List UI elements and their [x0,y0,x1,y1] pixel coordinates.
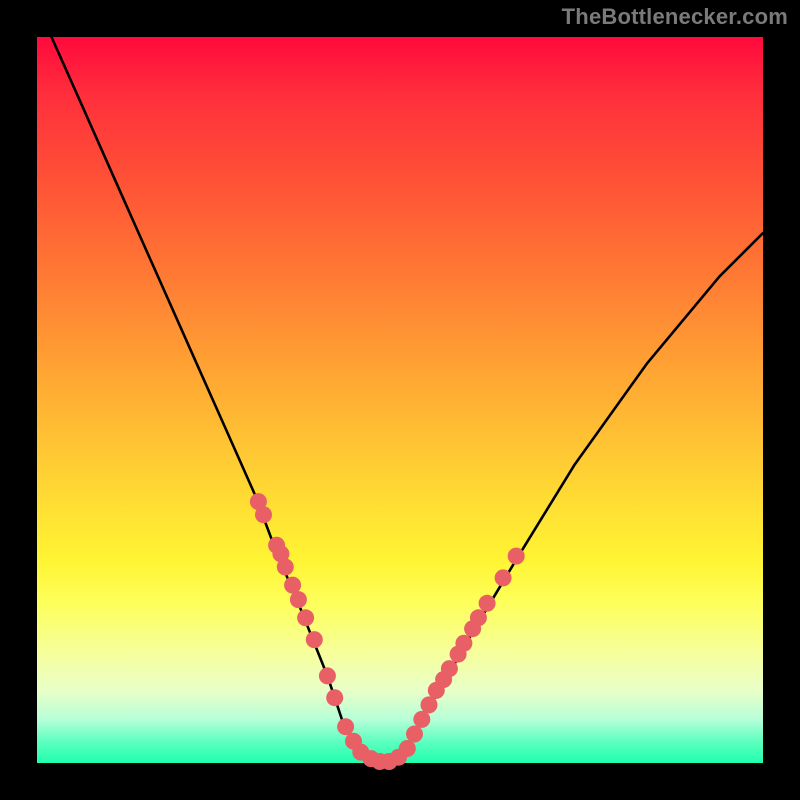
data-point [284,577,301,594]
data-point [413,711,430,728]
data-point [479,595,496,612]
data-point [306,631,323,648]
data-point [441,660,458,677]
data-point [337,718,354,735]
data-point [290,591,307,608]
data-point [421,696,438,713]
data-point [326,689,343,706]
data-point [508,548,525,565]
data-point [495,569,512,586]
chart-frame: TheBottlenecker.com [0,0,800,800]
data-point [406,726,423,743]
bottleneck-curve [52,37,764,763]
chart-svg [37,37,763,763]
data-point [470,609,487,626]
dots-layer [250,493,525,770]
data-point [455,635,472,652]
data-point [255,506,272,523]
data-point [399,740,416,757]
attribution-text: TheBottlenecker.com [562,4,788,30]
data-point [319,667,336,684]
curve-layer [52,37,764,763]
plot-gradient-area [37,37,763,763]
data-point [297,609,314,626]
data-point [277,559,294,576]
